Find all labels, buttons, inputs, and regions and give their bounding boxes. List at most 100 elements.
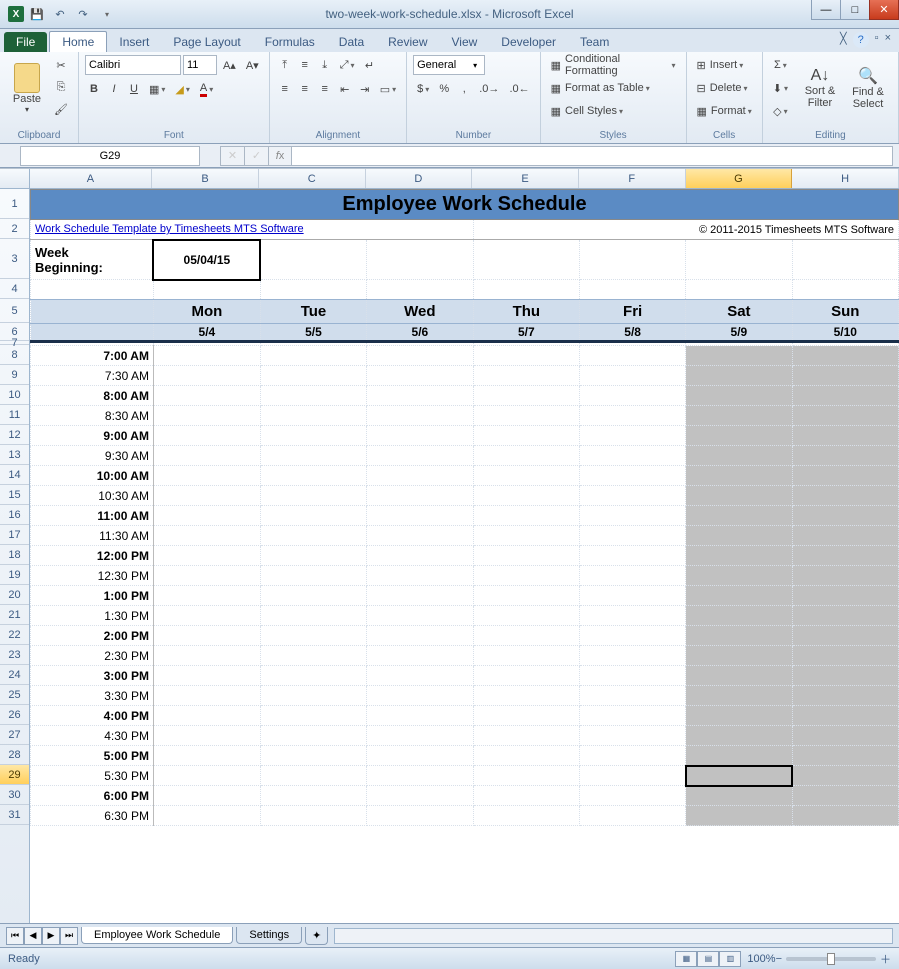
row-header-17[interactable]: 17 xyxy=(0,525,29,545)
row-header-29[interactable]: 29 xyxy=(0,765,29,785)
row-header-13[interactable]: 13 xyxy=(0,445,29,465)
tab-review[interactable]: Review xyxy=(376,32,439,52)
clear-button[interactable]: ◇ xyxy=(769,101,792,121)
cell-C23[interactable] xyxy=(260,646,366,666)
cell-E8[interactable] xyxy=(473,346,579,366)
time-label-8[interactable]: 7:00 AM xyxy=(31,346,154,366)
cell-E24[interactable] xyxy=(473,666,579,686)
tab-developer[interactable]: Developer xyxy=(489,32,568,52)
cell-H17[interactable] xyxy=(792,526,898,546)
date-header-0[interactable]: 5/4 xyxy=(153,324,260,342)
sheet-nav-last[interactable]: ⏭ xyxy=(60,927,78,945)
cell-G9[interactable] xyxy=(686,366,792,386)
cell-H9[interactable] xyxy=(792,366,898,386)
tab-data[interactable]: Data xyxy=(327,32,376,52)
time-label-16[interactable]: 11:00 AM xyxy=(31,506,154,526)
cell-G28[interactable] xyxy=(686,746,792,766)
cell-E10[interactable] xyxy=(473,386,579,406)
date-header-1[interactable]: 5/5 xyxy=(260,324,366,342)
decrease-indent-button[interactable]: ⇤ xyxy=(336,79,354,99)
day-header-wed[interactable]: Wed xyxy=(367,300,473,324)
row-header-10[interactable]: 10 xyxy=(0,385,29,405)
time-label-27[interactable]: 4:30 PM xyxy=(31,726,154,746)
minimize-button[interactable]: — xyxy=(811,0,841,20)
format-as-table-button[interactable]: ▦Format as Table xyxy=(547,78,680,98)
time-label-29[interactable]: 5:30 PM xyxy=(31,766,154,786)
cell-G11[interactable] xyxy=(686,406,792,426)
cell-B12[interactable] xyxy=(153,426,260,446)
cell-C30[interactable] xyxy=(260,786,366,806)
cell-B19[interactable] xyxy=(153,566,260,586)
time-label-18[interactable]: 12:00 PM xyxy=(31,546,154,566)
cell-G23[interactable] xyxy=(686,646,792,666)
cell-D21[interactable] xyxy=(367,606,473,626)
cell-C28[interactable] xyxy=(260,746,366,766)
cell-C31[interactable] xyxy=(260,806,366,826)
cell-F22[interactable] xyxy=(580,626,686,646)
cell-F14[interactable] xyxy=(580,466,686,486)
cell-G27[interactable] xyxy=(686,726,792,746)
cell-B26[interactable] xyxy=(153,706,260,726)
cell-G20[interactable] xyxy=(686,586,792,606)
cell-H21[interactable] xyxy=(792,606,898,626)
cell-D24[interactable] xyxy=(367,666,473,686)
cell-D23[interactable] xyxy=(367,646,473,666)
cell-F16[interactable] xyxy=(580,506,686,526)
zoom-slider[interactable] xyxy=(786,957,876,961)
cell-C15[interactable] xyxy=(260,486,366,506)
cell-H3[interactable] xyxy=(792,240,898,280)
paste-button[interactable]: Paste ▾ xyxy=(6,55,48,121)
cell-D19[interactable] xyxy=(367,566,473,586)
cell-D8[interactable] xyxy=(367,346,473,366)
row-header-16[interactable]: 16 xyxy=(0,505,29,525)
cell-D20[interactable] xyxy=(367,586,473,606)
cell-G24[interactable] xyxy=(686,666,792,686)
select-all-corner[interactable] xyxy=(0,169,30,188)
format-cells-button[interactable]: ▦Format xyxy=(693,101,756,121)
cell-G17[interactable] xyxy=(686,526,792,546)
cell-D13[interactable] xyxy=(367,446,473,466)
day-header-fri[interactable]: Fri xyxy=(580,300,686,324)
time-label-17[interactable]: 11:30 AM xyxy=(31,526,154,546)
column-header-E[interactable]: E xyxy=(472,169,579,188)
cell-E31[interactable] xyxy=(473,806,579,826)
row-header-23[interactable]: 23 xyxy=(0,645,29,665)
cell-F26[interactable] xyxy=(580,706,686,726)
cell-B17[interactable] xyxy=(153,526,260,546)
cell-B29[interactable] xyxy=(153,766,260,786)
day-header-thu[interactable]: Thu xyxy=(473,300,579,324)
cell-H24[interactable] xyxy=(792,666,898,686)
row-header-30[interactable]: 30 xyxy=(0,785,29,805)
cell-styles-button[interactable]: ▦Cell Styles xyxy=(547,101,680,121)
cell-H16[interactable] xyxy=(792,506,898,526)
cell-F19[interactable] xyxy=(580,566,686,586)
day-header-mon[interactable]: Mon xyxy=(153,300,260,324)
cell-F4[interactable] xyxy=(580,280,686,300)
accept-formula-button[interactable]: ✓ xyxy=(244,146,268,166)
cell-D16[interactable] xyxy=(367,506,473,526)
qat-redo-icon[interactable]: ↷ xyxy=(73,4,93,24)
row-header-4[interactable]: 4 xyxy=(0,279,29,299)
cell-B15[interactable] xyxy=(153,486,260,506)
find-select-button[interactable]: 🔍 Find & Select xyxy=(844,55,892,121)
cell-E26[interactable] xyxy=(473,706,579,726)
increase-indent-button[interactable]: ⇥ xyxy=(356,79,374,99)
copyright-text[interactable]: © 2011-2015 Timesheets MTS Software xyxy=(473,220,898,240)
cell-E11[interactable] xyxy=(473,406,579,426)
cell-B9[interactable] xyxy=(153,366,260,386)
cell-B14[interactable] xyxy=(153,466,260,486)
cell-D28[interactable] xyxy=(367,746,473,766)
time-label-11[interactable]: 8:30 AM xyxy=(31,406,154,426)
merge-center-button[interactable]: ▭ xyxy=(376,79,400,99)
accounting-format-button[interactable]: $ xyxy=(413,79,433,99)
cell-H22[interactable] xyxy=(792,626,898,646)
time-label-10[interactable]: 8:00 AM xyxy=(31,386,154,406)
cut-button[interactable]: ✂ xyxy=(50,55,72,75)
bold-button[interactable]: B xyxy=(85,79,103,99)
row-header-1[interactable]: 1 xyxy=(0,189,29,219)
cell-B11[interactable] xyxy=(153,406,260,426)
cell-G25[interactable] xyxy=(686,686,792,706)
cell-F15[interactable] xyxy=(580,486,686,506)
insert-cells-button[interactable]: ⊞Insert xyxy=(693,55,756,75)
font-size-input[interactable] xyxy=(183,55,217,75)
